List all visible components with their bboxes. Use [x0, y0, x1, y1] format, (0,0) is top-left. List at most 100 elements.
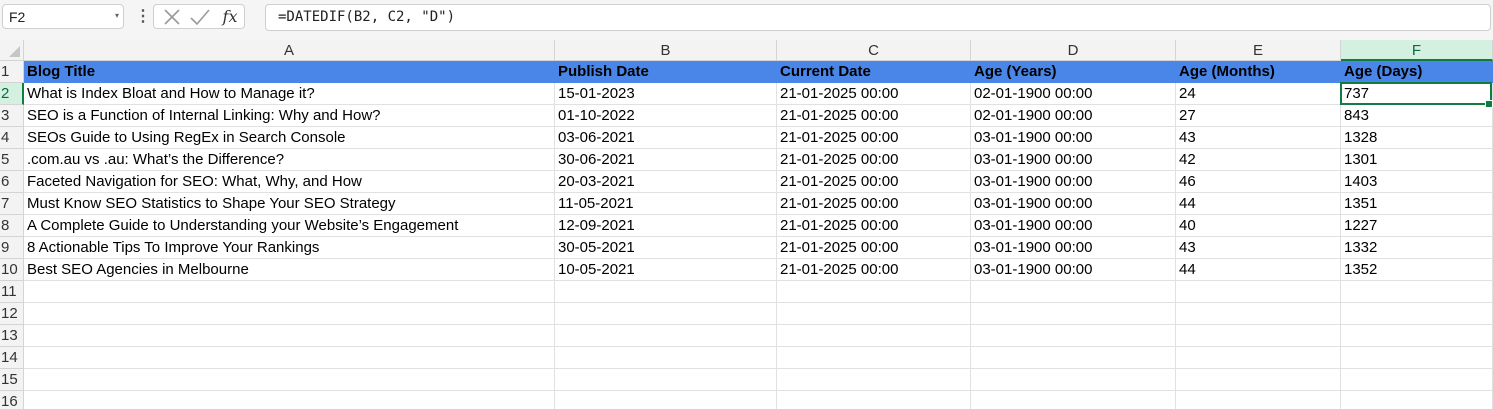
cell-d3[interactable]: 02-01-1900 00:00: [971, 105, 1176, 127]
cell-a9[interactable]: 8 Actionable Tips To Improve Your Rankin…: [24, 237, 555, 259]
formula-input[interactable]: =DATEDIF(B2, C2, "D"): [265, 4, 1491, 31]
name-box[interactable]: F2 ▾: [2, 4, 124, 29]
cell-b15[interactable]: [555, 369, 777, 391]
cell-f1[interactable]: Age (Days): [1341, 61, 1493, 83]
cell-b14[interactable]: [555, 347, 777, 369]
row-header-7[interactable]: 7: [0, 193, 24, 215]
cell-f6[interactable]: 1403: [1341, 171, 1493, 193]
cell-c8[interactable]: 21-01-2025 00:00: [777, 215, 971, 237]
cell-f7[interactable]: 1351: [1341, 193, 1493, 215]
cell-d1[interactable]: Age (Years): [971, 61, 1176, 83]
row-header-8[interactable]: 8: [0, 215, 24, 237]
cell-c5[interactable]: 21-01-2025 00:00: [777, 149, 971, 171]
cell-d10[interactable]: 03-01-1900 00:00: [971, 259, 1176, 281]
cell-e4[interactable]: 43: [1176, 127, 1341, 149]
cell-a15[interactable]: [24, 369, 555, 391]
cell-a7[interactable]: Must Know SEO Statistics to Shape Your S…: [24, 193, 555, 215]
cell-c16[interactable]: [777, 391, 971, 409]
cell-d2[interactable]: 02-01-1900 00:00: [971, 83, 1176, 105]
check-icon[interactable]: [188, 7, 212, 27]
cell-d14[interactable]: [971, 347, 1176, 369]
cell-c6[interactable]: 21-01-2025 00:00: [777, 171, 971, 193]
cell-b7[interactable]: 11-05-2021: [555, 193, 777, 215]
cell-b4[interactable]: 03-06-2021: [555, 127, 777, 149]
cell-f12[interactable]: [1341, 303, 1493, 325]
cell-f8[interactable]: 1227: [1341, 215, 1493, 237]
row-header-2[interactable]: 2: [0, 83, 24, 105]
cell-b16[interactable]: [555, 391, 777, 409]
cell-c3[interactable]: 21-01-2025 00:00: [777, 105, 971, 127]
cell-b2[interactable]: 15-01-2023: [555, 83, 777, 105]
cell-e8[interactable]: 40: [1176, 215, 1341, 237]
cell-d7[interactable]: 03-01-1900 00:00: [971, 193, 1176, 215]
cell-d9[interactable]: 03-01-1900 00:00: [971, 237, 1176, 259]
row-header-3[interactable]: 3: [0, 105, 24, 127]
cell-d15[interactable]: [971, 369, 1176, 391]
cell-b11[interactable]: [555, 281, 777, 303]
cell-a11[interactable]: [24, 281, 555, 303]
column-header-a[interactable]: A: [24, 40, 555, 61]
cell-d6[interactable]: 03-01-1900 00:00: [971, 171, 1176, 193]
row-header-6[interactable]: 6: [0, 171, 24, 193]
cell-a12[interactable]: [24, 303, 555, 325]
cell-e3[interactable]: 27: [1176, 105, 1341, 127]
cell-f5[interactable]: 1301: [1341, 149, 1493, 171]
cell-e1[interactable]: Age (Months): [1176, 61, 1341, 83]
cell-e6[interactable]: 46: [1176, 171, 1341, 193]
cell-e2[interactable]: 24: [1176, 83, 1341, 105]
cancel-icon[interactable]: [160, 7, 184, 27]
cell-a1[interactable]: Blog Title: [24, 61, 555, 83]
cell-e9[interactable]: 43: [1176, 237, 1341, 259]
cell-e16[interactable]: [1176, 391, 1341, 409]
cell-b9[interactable]: 30-05-2021: [555, 237, 777, 259]
cell-a13[interactable]: [24, 325, 555, 347]
column-header-b[interactable]: B: [555, 40, 777, 61]
cell-e15[interactable]: [1176, 369, 1341, 391]
row-header-16[interactable]: 16: [0, 391, 24, 409]
cell-c7[interactable]: 21-01-2025 00:00: [777, 193, 971, 215]
row-header-9[interactable]: 9: [0, 237, 24, 259]
cell-d8[interactable]: 03-01-1900 00:00: [971, 215, 1176, 237]
cell-f14[interactable]: [1341, 347, 1493, 369]
cell-a14[interactable]: [24, 347, 555, 369]
cell-e13[interactable]: [1176, 325, 1341, 347]
cell-f3[interactable]: 843: [1341, 105, 1493, 127]
cell-c12[interactable]: [777, 303, 971, 325]
fill-handle[interactable]: [1485, 100, 1493, 108]
cell-f4[interactable]: 1328: [1341, 127, 1493, 149]
cell-c2[interactable]: 21-01-2025 00:00: [777, 83, 971, 105]
cell-c9[interactable]: 21-01-2025 00:00: [777, 237, 971, 259]
cell-a8[interactable]: A Complete Guide to Understanding your W…: [24, 215, 555, 237]
cell-c15[interactable]: [777, 369, 971, 391]
cell-f15[interactable]: [1341, 369, 1493, 391]
cell-c1[interactable]: Current Date: [777, 61, 971, 83]
cell-b1[interactable]: Publish Date: [555, 61, 777, 83]
cell-a16[interactable]: [24, 391, 555, 409]
cell-b5[interactable]: 30-06-2021: [555, 149, 777, 171]
cell-b10[interactable]: 10-05-2021: [555, 259, 777, 281]
column-header-c[interactable]: C: [777, 40, 971, 61]
cell-c10[interactable]: 21-01-2025 00:00: [777, 259, 971, 281]
cell-f2[interactable]: 737: [1341, 83, 1493, 105]
cell-d16[interactable]: [971, 391, 1176, 409]
cell-c4[interactable]: 21-01-2025 00:00: [777, 127, 971, 149]
cell-a3[interactable]: SEO is a Function of Internal Linking: W…: [24, 105, 555, 127]
row-header-12[interactable]: 12: [0, 303, 24, 325]
cell-d12[interactable]: [971, 303, 1176, 325]
row-header-1[interactable]: 1: [0, 61, 24, 83]
cell-e7[interactable]: 44: [1176, 193, 1341, 215]
cell-b13[interactable]: [555, 325, 777, 347]
cell-a5[interactable]: .com.au vs .au: What’s the Difference?: [24, 149, 555, 171]
column-header-e[interactable]: E: [1176, 40, 1341, 61]
cell-c11[interactable]: [777, 281, 971, 303]
cell-b3[interactable]: 01-10-2022: [555, 105, 777, 127]
cell-a2[interactable]: What is Index Bloat and How to Manage it…: [24, 83, 555, 105]
column-header-d[interactable]: D: [971, 40, 1176, 61]
cell-e11[interactable]: [1176, 281, 1341, 303]
cell-b12[interactable]: [555, 303, 777, 325]
cell-f13[interactable]: [1341, 325, 1493, 347]
cell-c13[interactable]: [777, 325, 971, 347]
row-header-4[interactable]: 4: [0, 127, 24, 149]
cell-d5[interactable]: 03-01-1900 00:00: [971, 149, 1176, 171]
column-header-f[interactable]: F: [1341, 40, 1493, 61]
